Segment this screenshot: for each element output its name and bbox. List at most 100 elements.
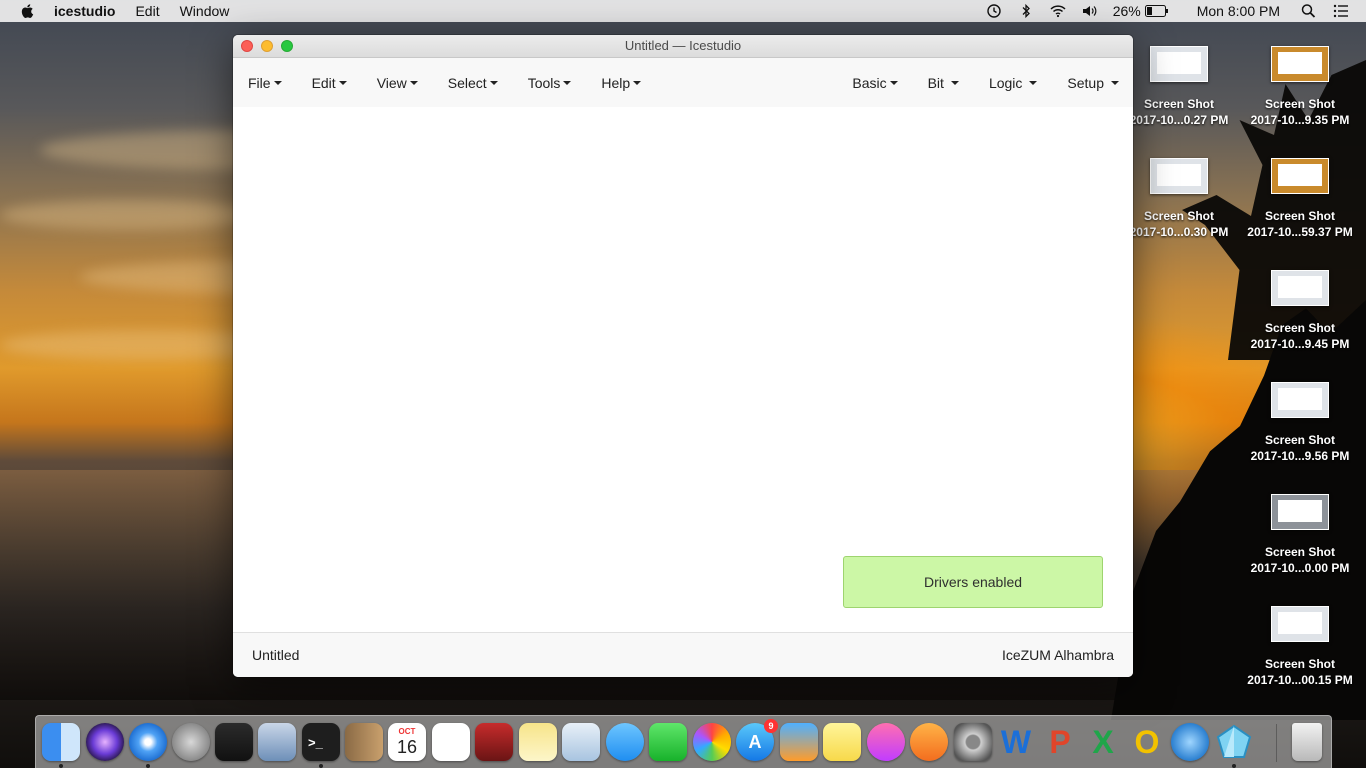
window-title: Untitled — Icestudio xyxy=(624,38,742,53)
file-name: 2017-10...9.35 PM xyxy=(1250,113,1350,127)
game-icon[interactable] xyxy=(780,723,818,761)
app-store-icon[interactable]: A9 xyxy=(736,719,778,761)
finder-icon[interactable] xyxy=(42,723,80,761)
menu-basic[interactable]: Basic xyxy=(852,74,898,91)
minimize-window-button[interactable] xyxy=(261,40,273,52)
menu-bit[interactable]: Bit xyxy=(928,75,959,91)
desktop-file-screenshot[interactable]: Screen Shot 2017-10...0.30 PM xyxy=(1114,158,1244,240)
file-name: 2017-10...0.30 PM xyxy=(1129,225,1229,239)
notes-icon[interactable] xyxy=(519,723,557,761)
file-name: 2017-10...0.00 PM xyxy=(1250,561,1350,575)
launchpad-icon[interactable] xyxy=(172,723,210,761)
menu-file[interactable]: File xyxy=(248,75,282,91)
caret-down-icon xyxy=(1029,80,1038,85)
caret-down-icon xyxy=(1111,80,1119,85)
zoom-window-button[interactable] xyxy=(281,40,293,52)
menu-select[interactable]: Select xyxy=(448,75,498,91)
board-name[interactable]: IceZUM Alhambra xyxy=(1002,647,1114,663)
running-indicator xyxy=(1232,764,1236,768)
excel-icon[interactable]: X xyxy=(1084,723,1122,761)
itunes-icon[interactable] xyxy=(867,723,905,761)
calendar-day: 16 xyxy=(396,737,418,757)
siri-icon[interactable] xyxy=(86,723,124,761)
file-name: 2017-10...9.45 PM xyxy=(1250,337,1350,351)
caret-down-icon xyxy=(409,80,418,85)
bluetooth-icon[interactable] xyxy=(1017,3,1035,19)
design-canvas[interactable] xyxy=(233,107,1133,632)
safari-icon[interactable] xyxy=(129,723,167,761)
downloader-icon[interactable] xyxy=(1171,723,1209,761)
icestudio-logo xyxy=(1216,724,1252,758)
reminders-icon[interactable] xyxy=(432,723,470,761)
menu-view[interactable]: View xyxy=(377,75,418,91)
notification-center-icon[interactable] xyxy=(1332,3,1350,19)
app-menu-icestudio[interactable]: icestudio xyxy=(54,3,115,19)
desktop-file-screenshot[interactable]: Screen Shot 2017-10...9.56 PM xyxy=(1235,382,1365,464)
menu-window[interactable]: Window xyxy=(180,3,230,19)
menu-edit[interactable]: Edit xyxy=(135,3,159,19)
menu-help[interactable]: Help xyxy=(601,74,642,91)
menu-setup[interactable]: Setup xyxy=(1067,75,1119,91)
desktop-file-screenshot[interactable]: Screen Shot 2017-10...00.15 PM xyxy=(1235,606,1365,688)
desktop-file-screenshot[interactable]: Screen Shot 2017-10...59.37 PM xyxy=(1235,158,1365,240)
apple-menu-icon[interactable] xyxy=(20,3,36,19)
desktop-file-screenshot[interactable]: Screen Shot 2017-10...0.00 PM xyxy=(1235,494,1365,576)
calendar-month: OCT xyxy=(398,727,416,736)
close-window-button[interactable] xyxy=(241,40,253,52)
time-machine-icon[interactable] xyxy=(985,3,1003,19)
menu-label: View xyxy=(376,74,407,91)
dock: >_ OCT 16 A9 W P X O xyxy=(35,715,1332,768)
photo-grid-icon[interactable] xyxy=(475,723,513,761)
facetime-icon[interactable] xyxy=(649,723,687,761)
powerpoint-icon[interactable]: P xyxy=(1041,723,1079,761)
window-titlebar[interactable]: Untitled — Icestudio xyxy=(233,35,1133,58)
calendar-icon[interactable]: OCT 16 xyxy=(388,723,426,761)
menu-label: Select xyxy=(447,74,487,91)
menu-label: File xyxy=(248,74,271,91)
file-thumbnail-icon xyxy=(1271,270,1329,306)
file-thumbnail-icon xyxy=(1150,46,1208,82)
file-name: Screen Shot xyxy=(1264,545,1336,559)
caret-down-icon xyxy=(633,80,642,85)
menu-tools[interactable]: Tools xyxy=(528,75,572,91)
file-name: 2017-10...00.15 PM xyxy=(1247,673,1353,687)
menu-logic[interactable]: Logic xyxy=(988,74,1038,91)
contacts-icon[interactable] xyxy=(345,723,383,761)
desktop-file-screenshot[interactable]: Screen Shot 2017-10...0.27 PM xyxy=(1114,46,1244,128)
system-menu-bar: icestudio Edit Window 26% Mon 8:00 PM xyxy=(0,0,1366,22)
word-icon[interactable]: W xyxy=(997,723,1035,761)
file-name: 2017-10...59.37 PM xyxy=(1247,225,1353,239)
stickies-icon[interactable] xyxy=(823,723,861,761)
notification-badge: 9 xyxy=(764,719,778,733)
outlook-icon[interactable]: O xyxy=(1128,723,1166,761)
battery-percentage: 26% xyxy=(1112,3,1141,19)
spotlight-search-icon[interactable] xyxy=(1300,3,1318,19)
running-indicator xyxy=(319,764,323,768)
messages-icon[interactable] xyxy=(606,723,644,761)
wifi-icon[interactable] xyxy=(1049,3,1067,19)
caret-down-icon xyxy=(273,80,282,85)
system-preferences-icon[interactable] xyxy=(954,723,992,761)
mail-icon[interactable] xyxy=(258,723,296,761)
menu-label: Basic xyxy=(852,74,887,91)
status-footer: Untitled IceZUM Alhambra xyxy=(233,632,1133,677)
app-menu-bar: File Edit View Select Tools Help Basic B… xyxy=(233,58,1133,108)
icestudio-icon[interactable] xyxy=(1215,723,1253,761)
photos-icon[interactable] xyxy=(693,723,731,761)
menu-edit[interactable]: Edit xyxy=(312,75,347,91)
desktop-file-screenshot[interactable]: Screen Shot 2017-10...9.45 PM xyxy=(1235,270,1365,352)
trash-icon[interactable] xyxy=(1292,723,1322,761)
clock[interactable]: Mon 8:00 PM xyxy=(1197,3,1280,19)
volume-icon[interactable] xyxy=(1081,3,1099,19)
preview-icon[interactable] xyxy=(562,723,600,761)
menu-label: Logic xyxy=(988,74,1023,91)
file-name: Screen Shot xyxy=(1264,209,1336,223)
notification-toast[interactable]: Drivers enabled xyxy=(843,556,1103,608)
terminal-icon[interactable]: >_ xyxy=(302,723,340,761)
battery-icon[interactable] xyxy=(1144,5,1169,17)
photo-booth-icon[interactable] xyxy=(215,723,253,761)
desktop-file-screenshot[interactable]: Screen Shot 2017-10...9.35 PM xyxy=(1235,46,1365,128)
notification-text: Drivers enabled xyxy=(923,574,1023,590)
ibooks-icon[interactable] xyxy=(910,723,948,761)
menu-label: Help xyxy=(601,74,631,91)
